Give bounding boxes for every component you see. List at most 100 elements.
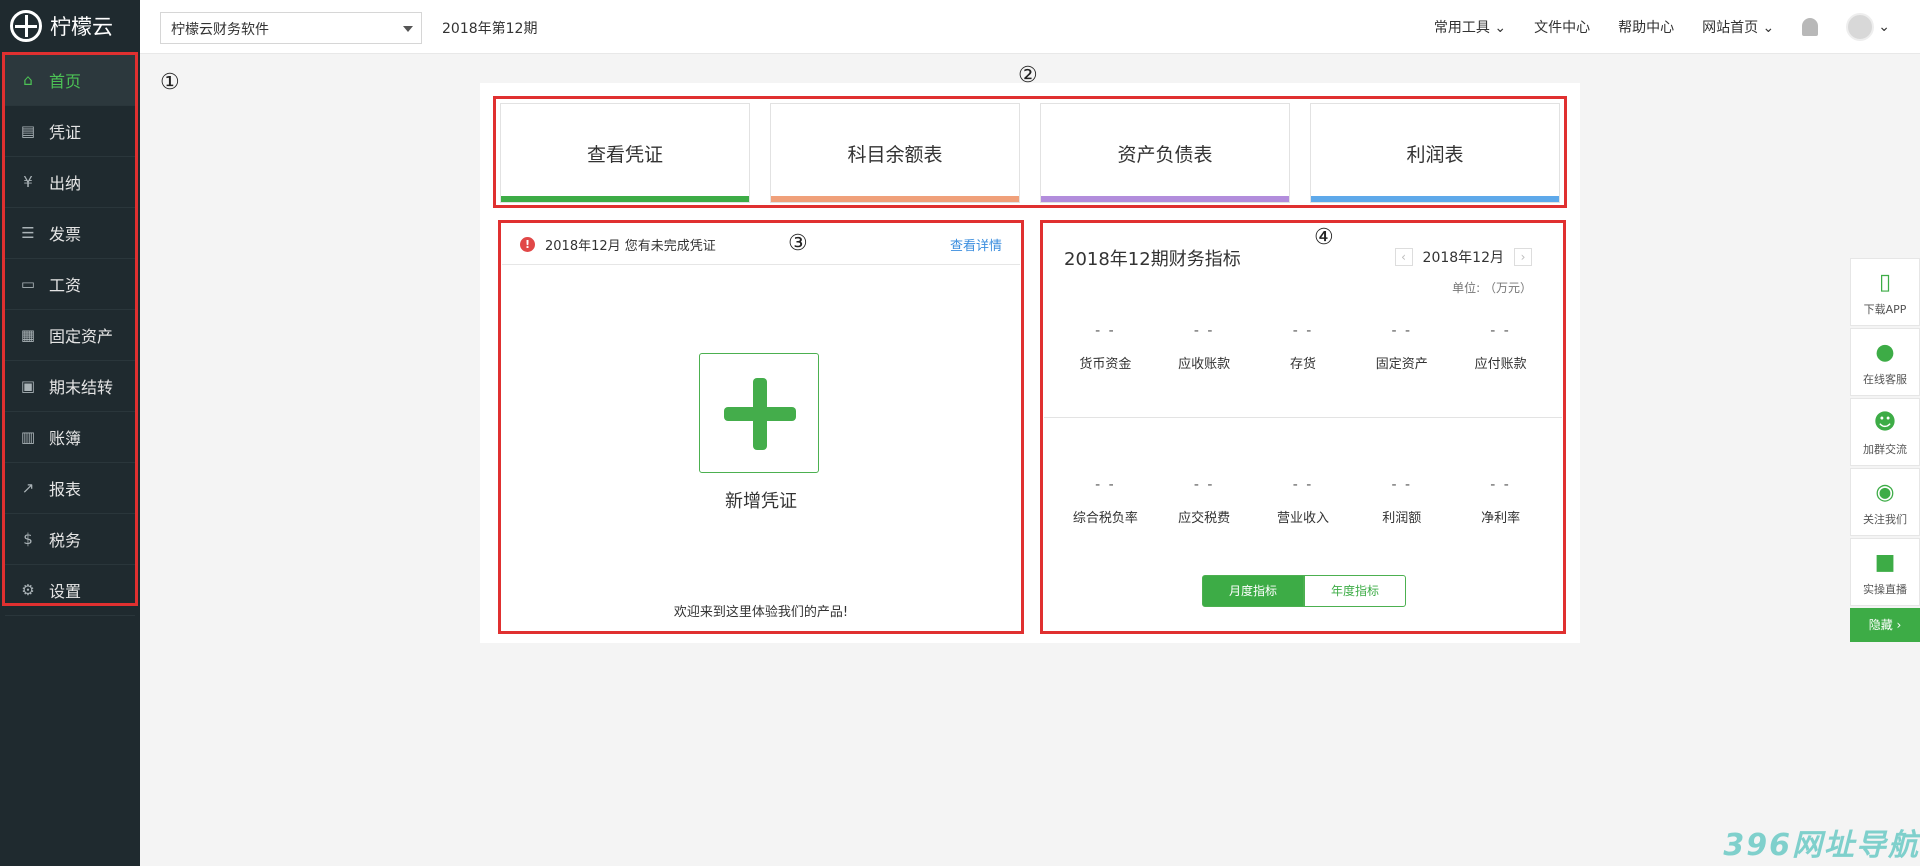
prev-month-button[interactable]: ‹ (1394, 248, 1413, 266)
current-month: 2018年12月 (1422, 250, 1504, 266)
sidebar-item-invoice[interactable]: ☰ 发票 (5, 208, 135, 259)
tab-yearly[interactable]: 年度指标 (1304, 575, 1406, 607)
wechat-icon: ◉ (1875, 479, 1895, 505)
company-select[interactable]: 柠檬云财务软件 (160, 12, 422, 44)
metrics-row-profit: - - 综合税负率 - - 应交税费 - - 营业收入 - - 利润额 - - 净利率 (1044, 477, 1562, 526)
download-app-button[interactable]: ▯ 下载APP (1850, 258, 1920, 326)
join-group-button[interactable]: ☻ 加群交流 (1850, 398, 1920, 466)
metric-net-margin: - - 净利率 (1456, 477, 1546, 526)
float-label: 实操直播 (1863, 583, 1907, 596)
hide-toolbar-button[interactable]: 隐藏 › (1850, 608, 1920, 642)
metric-value: - - (1391, 323, 1413, 339)
account-balance-card[interactable]: 科目余额表 (770, 103, 1020, 203)
welcome-text: 欢迎来到这里体验我们的产品! (673, 605, 849, 620)
sidebar: 柠檬云 ⌂ 首页 ▤ 凭证 ¥ 出纳 ☰ 发票 ▭ 工资 ▦ 固定资产 ▣ 期末… (0, 0, 140, 866)
bell-icon[interactable] (1802, 18, 1819, 36)
sidebar-item-voucher[interactable]: ▤ 凭证 (5, 106, 135, 157)
follow-us-button[interactable]: ◉ 关注我们 (1850, 468, 1920, 536)
metric-value: - - (1193, 323, 1215, 339)
add-voucher-button[interactable] (699, 353, 819, 473)
income-statement-card[interactable]: 利润表 (1310, 103, 1560, 203)
metric-label: 应付账款 (1474, 357, 1527, 372)
metric-value: - - (1490, 477, 1511, 493)
sidebar-item-label: 税务 (49, 531, 82, 550)
marker-4: ④ (1314, 225, 1334, 250)
metric-label: 货币资金 (1079, 357, 1132, 372)
common-tools-label: 常用工具 (1433, 20, 1490, 36)
app-title: 柠檬云 (50, 15, 113, 39)
finance-indicators-panel: ④ 2018年12期财务指标 ‹ 2018年12月 › 单位: （万元） - -… (1044, 225, 1562, 631)
month-navigator: ‹ 2018年12月 › (1394, 247, 1532, 267)
sidebar-item-cashier[interactable]: ¥ 出纳 (5, 157, 135, 208)
lemon-logo-icon (10, 10, 42, 42)
quick-card-label: 查看凭证 (586, 143, 663, 166)
calendar-icon: ▣ (20, 377, 36, 395)
balance-sheet-card[interactable]: 资产负债表 (1040, 103, 1290, 203)
metric-label: 应收账款 (1178, 357, 1231, 372)
sidebar-item-fixed-assets[interactable]: ▦ 固定资产 (5, 310, 135, 361)
cashier-icon: ¥ (23, 173, 33, 191)
site-home-label: 网站首页 (1702, 20, 1759, 36)
metric-label: 存货 (1289, 357, 1316, 372)
view-voucher-card[interactable]: 查看凭证 (500, 103, 750, 203)
quick-card-accent (1041, 196, 1289, 202)
next-month-button[interactable]: › (1514, 248, 1532, 266)
metric-taxes-payable: - - 应交税费 (1159, 477, 1249, 526)
sidebar-item-settings[interactable]: ⚙ 设置 (5, 565, 135, 616)
site-home-menu[interactable]: 网站首页 ⌄ (1702, 17, 1774, 37)
quick-card-accent (1311, 196, 1559, 202)
metric-label: 应交税费 (1178, 511, 1231, 526)
common-tools-menu[interactable]: 常用工具 ⌄ (1434, 17, 1506, 37)
quick-card-label: 资产负债表 (1117, 143, 1213, 166)
sidebar-item-period-close[interactable]: ▣ 期末结转 (5, 361, 135, 412)
chevron-down-icon: ⌄ (1878, 19, 1890, 35)
live-training-button[interactable]: ■ 实操直播 (1850, 538, 1920, 606)
gear-icon: ⚙ (21, 581, 35, 599)
metric-label: 综合税负率 (1072, 511, 1138, 526)
sidebar-nav: ⌂ 首页 ▤ 凭证 ¥ 出纳 ☰ 发票 ▭ 工资 ▦ 固定资产 ▣ 期末结转 ▥ (2, 52, 138, 616)
avatar (1846, 13, 1875, 41)
metric-value: - - (1391, 477, 1413, 493)
float-label: 在线客服 (1863, 373, 1907, 386)
sidebar-item-tax[interactable]: $ 税务 (5, 514, 135, 565)
plus-icon-vertical (753, 378, 767, 450)
app-logo[interactable]: 柠檬云 (0, 0, 140, 52)
metric-revenue: - - 营业收入 (1258, 477, 1348, 526)
sidebar-item-label: 首页 (49, 72, 82, 91)
sidebar-item-salary[interactable]: ▭ 工资 (5, 259, 135, 310)
metric-profit: - - 利润额 (1357, 477, 1447, 526)
quick-card-label: 利润表 (1406, 143, 1464, 166)
sidebar-item-home[interactable]: ⌂ 首页 (5, 55, 135, 106)
float-label: 下载APP (1863, 303, 1907, 316)
group-icon: ☻ (1873, 409, 1897, 435)
metric-value: - - (1193, 477, 1215, 493)
metric-payables: - - 应付账款 (1456, 323, 1546, 372)
metric-tax-burden: - - 综合税负率 (1060, 477, 1150, 526)
sidebar-item-ledger[interactable]: ▥ 账簿 (5, 412, 135, 463)
sidebar-item-reports[interactable]: ↗ 报表 (5, 463, 135, 514)
quick-card-label: 科目余额表 (847, 143, 943, 166)
view-details-link[interactable]: 查看详情 (950, 235, 1002, 254)
phone-icon: ▯ (1878, 269, 1892, 295)
float-label: 关注我们 (1863, 513, 1907, 526)
metric-label: 利润额 (1382, 511, 1422, 526)
help-center-link[interactable]: 帮助中心 (1618, 17, 1674, 37)
metric-inventory: - - 存货 (1258, 323, 1348, 372)
user-menu[interactable]: ⌄ (1846, 13, 1890, 41)
chevron-down-icon: ⌄ (1762, 20, 1775, 36)
metric-cash: - - 货币资金 (1060, 323, 1150, 372)
marker-1: ① (160, 70, 180, 95)
watermark: 396网址导航 (1723, 828, 1920, 863)
metric-label: 固定资产 (1375, 357, 1428, 372)
file-center-link[interactable]: 文件中心 (1534, 17, 1590, 37)
alert-icon: ! (520, 237, 535, 252)
add-voucher-label: 新增凭证 (725, 491, 797, 512)
tab-monthly[interactable]: 月度指标 (1202, 575, 1304, 607)
unit-label: 单位: （万元） (1452, 281, 1532, 295)
metric-fixed-assets: - - 固定资产 (1357, 323, 1447, 372)
period-label: 2018年第12期 (442, 21, 538, 37)
chart-line-icon: ↗ (21, 479, 35, 497)
online-support-button[interactable]: ● 在线客服 (1850, 328, 1920, 396)
qq-icon: ● (1875, 339, 1895, 365)
voucher-panel: ! 2018年12月 您有未完成凭证 查看详情 ③ 新增凭证 欢迎来到这里体验我… (502, 225, 1020, 631)
